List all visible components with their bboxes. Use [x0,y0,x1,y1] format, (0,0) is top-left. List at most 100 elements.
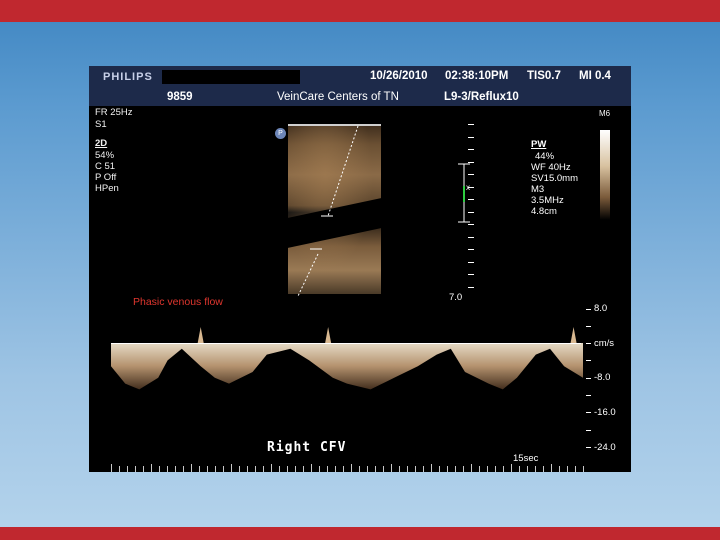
tis-value: TIS0.7 [527,70,561,82]
phasic-flow-annotation: Phasic venous flow [133,296,223,308]
pw-m3: M3 [531,184,545,195]
velocity-label-neg16: -16.0 [594,407,616,418]
scale-tick [586,326,591,327]
pw-depth: 4.8cm [531,206,557,217]
time-tick [495,466,496,472]
time-tick [431,464,432,472]
depth-tick [468,124,474,125]
time-tick [239,466,240,472]
pw-gain: 44% [535,151,555,162]
time-tick [447,466,448,472]
scale-tick [586,360,591,361]
time-tick [463,466,464,472]
vessel-label: Right CFV [267,440,347,455]
waveform-envelope [111,343,583,390]
exam-date: 10/26/2010 [370,70,428,82]
time-tick [503,466,504,472]
sweep-time-label: 15sec [513,453,539,464]
top-right-marker: M6 [599,109,611,118]
time-tick [255,466,256,472]
time-tick [327,466,328,472]
time-tick [391,464,392,472]
redacted-patient-name [162,70,300,84]
time-tick [263,466,264,472]
time-tick [583,466,584,472]
time-tick [527,466,528,472]
doppler-spectral-waveform [111,327,583,390]
sample-volume-gate: x [458,163,470,223]
depth-tick [468,261,474,263]
depth-tick [468,149,474,150]
time-tick [543,466,544,472]
time-tick [247,466,248,472]
setting-s1: S1 [95,119,107,130]
time-tick [359,466,360,472]
time-tick [439,466,440,472]
time-tick [471,464,472,472]
mode-2d-p: P Off [95,172,117,183]
velocity-max-label: 8.0 [594,303,608,314]
time-tick [575,466,576,472]
time-tick [167,466,168,472]
scale-tick [586,395,591,396]
time-tick [175,466,176,472]
mode-2d-gain: 54% [95,150,115,161]
time-tick [559,466,560,472]
time-tick [223,466,224,472]
velocity-label-neg24: -24.0 [594,442,616,453]
mode-2d-hpen: HPen [95,183,119,194]
time-tick [455,466,456,472]
depth-tick [468,236,474,238]
time-tick [551,464,552,472]
scale-tick [586,378,591,379]
time-tick [479,466,480,472]
grayscale-bar [600,130,610,220]
time-tick [335,466,336,472]
depth-tick [468,249,474,250]
scale-tick [586,309,591,310]
svg-text:x: x [466,183,470,192]
time-tick [511,464,512,472]
time-tick [279,466,280,472]
time-tick [231,464,232,472]
time-tick [567,466,568,472]
time-tick [295,466,296,472]
time-tick [287,466,288,472]
time-tick [191,464,192,472]
doppler-cursor-line [297,125,359,297]
time-tick [343,466,344,472]
philips-logo: PHILIPS [103,71,153,83]
time-tick [535,466,536,472]
time-tick [183,466,184,472]
scale-tick [586,343,591,344]
time-tick [303,466,304,472]
pw-sample-volume: SV15.0mm [531,173,578,184]
time-tick [143,466,144,472]
depth-tick [468,136,474,138]
waveform-spike [570,327,577,343]
mode-2d-c: C 51 [95,161,116,172]
time-tick [415,466,416,472]
waveform-spike [197,327,204,343]
time-tick [111,464,112,472]
time-tick [519,466,520,472]
frame-rate: FR 25Hz [95,107,133,118]
depth-tick [468,286,474,288]
patient-id: 9859 [167,91,193,103]
exam-time: 02:38:10PM [445,70,509,82]
time-tick [127,466,128,472]
ultrasound-image: PHILIPS 10/26/2010 02:38:10PM TIS0.7 MI … [89,66,631,472]
time-tick [215,466,216,472]
mi-value: MI 0.4 [579,70,611,82]
time-tick [423,466,424,472]
time-tick [207,466,208,472]
depth-label: 7.0 [449,292,463,303]
time-tick [407,466,408,472]
top-accent-bar [0,0,720,22]
time-tick [319,466,320,472]
time-tick [383,466,384,472]
time-tick [159,466,160,472]
time-tick [271,464,272,472]
mode-2d-label: 2D [95,138,108,149]
scale-tick [586,447,591,448]
